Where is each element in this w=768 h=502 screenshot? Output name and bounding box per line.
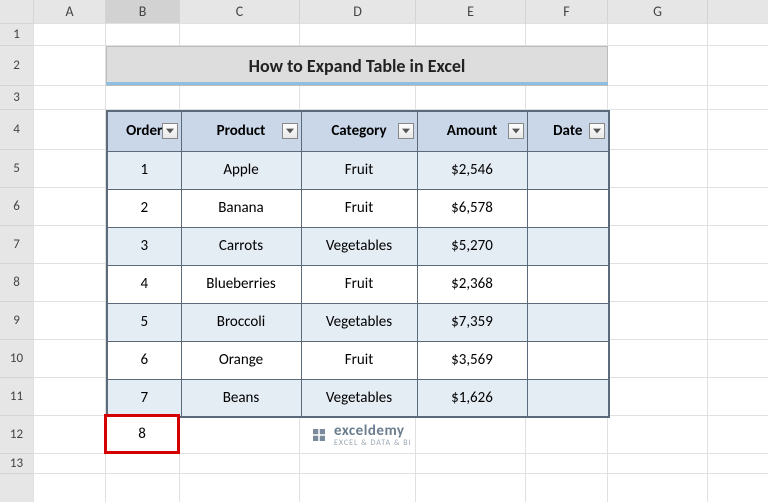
table-header-label: Order (126, 122, 162, 140)
table-row[interactable]: 2BananaFruit$6,578 (107, 189, 609, 227)
cell-category[interactable]: Fruit (301, 341, 417, 379)
table-row[interactable]: 6OrangeFruit$3,569 (107, 341, 609, 379)
table-header-label: Category (331, 122, 386, 140)
cell-date[interactable] (527, 379, 609, 417)
row-header-1[interactable]: 1 (0, 24, 33, 46)
table-header-label: Amount (447, 122, 498, 140)
exceldemy-logo-icon (310, 426, 328, 444)
cell-grid[interactable]: How to Expand Table in Excel Order Produc… (34, 24, 768, 502)
cell-category[interactable]: Fruit (301, 189, 417, 227)
row-headers: 12345678910111213 (0, 24, 34, 502)
cell-product[interactable]: Beans (181, 379, 301, 417)
col-header-G[interactable]: G (608, 0, 708, 23)
table-header-label: Product (217, 122, 266, 140)
select-all-corner[interactable] (0, 0, 34, 23)
col-header-D[interactable]: D (300, 0, 416, 23)
table-header-label: Date (553, 122, 582, 140)
cell-date[interactable] (527, 341, 609, 379)
cell-amount[interactable]: $3,569 (417, 341, 527, 379)
new-entry-value: 8 (138, 425, 146, 443)
cell-amount[interactable]: $2,368 (417, 265, 527, 303)
cell-order[interactable]: 2 (107, 189, 181, 227)
col-header-E[interactable]: E (416, 0, 526, 23)
col-header-F[interactable]: F (526, 0, 608, 23)
table-row[interactable]: 1AppleFruit$2,546 (107, 151, 609, 189)
filter-dropdown-icon[interactable] (282, 123, 298, 139)
cell-order[interactable]: 3 (107, 227, 181, 265)
cell-order[interactable]: 6 (107, 341, 181, 379)
cell-order[interactable]: 4 (107, 265, 181, 303)
col-header-A[interactable]: A (34, 0, 106, 23)
title-underline (106, 82, 608, 85)
table-row[interactable]: 4BlueberriesFruit$2,368 (107, 265, 609, 303)
cell-date[interactable] (527, 151, 609, 189)
col-header-C[interactable]: C (180, 0, 300, 23)
cell-date[interactable] (527, 265, 609, 303)
cell-amount[interactable]: $6,578 (417, 189, 527, 227)
cell-product[interactable]: Orange (181, 341, 301, 379)
table-header-amount[interactable]: Amount (417, 111, 527, 151)
row-header-13[interactable]: 13 (0, 454, 33, 474)
row-header-7[interactable]: 7 (0, 226, 33, 264)
table-row[interactable]: 7BeansVegetables$1,626 (107, 379, 609, 417)
row-header-11[interactable]: 11 (0, 378, 33, 416)
table-header-date[interactable]: Date (527, 111, 609, 151)
cell-order[interactable]: 7 (107, 379, 181, 417)
cell-date[interactable] (527, 303, 609, 341)
cell-product[interactable]: Blueberries (181, 265, 301, 303)
cell-amount[interactable]: $1,626 (417, 379, 527, 417)
row-header-2[interactable]: 2 (0, 46, 33, 86)
cell-date[interactable] (527, 189, 609, 227)
row-header-9[interactable]: 9 (0, 302, 33, 340)
column-headers: ABCDEFG (0, 0, 768, 24)
cell-category[interactable]: Vegetables (301, 303, 417, 341)
row-header-10[interactable]: 10 (0, 340, 33, 378)
filter-dropdown-icon[interactable] (162, 123, 178, 139)
title-text: How to Expand Table in Excel (249, 55, 466, 77)
table-row[interactable]: 3CarrotsVegetables$5,270 (107, 227, 609, 265)
watermark-sub: EXCEL & DATA & BI (334, 438, 412, 448)
cell-product[interactable]: Banana (181, 189, 301, 227)
cell-order[interactable]: 1 (107, 151, 181, 189)
table-header-row: Order Product Category Amount Date (107, 111, 609, 151)
title-cell: How to Expand Table in Excel (106, 46, 608, 86)
cell-category[interactable]: Vegetables (301, 379, 417, 417)
table-header-category[interactable]: Category (301, 111, 417, 151)
cell-amount[interactable]: $5,270 (417, 227, 527, 265)
row-header-8[interactable]: 8 (0, 264, 33, 302)
filter-dropdown-icon[interactable] (589, 123, 605, 139)
row-header-4[interactable]: 4 (0, 110, 33, 150)
cell-category[interactable]: Vegetables (301, 227, 417, 265)
cell-category[interactable]: Fruit (301, 151, 417, 189)
cell-amount[interactable]: $2,546 (417, 151, 527, 189)
row-header-6[interactable]: 6 (0, 188, 33, 226)
cell-product[interactable]: Carrots (181, 227, 301, 265)
row-header-3[interactable]: 3 (0, 86, 33, 110)
cell-category[interactable]: Fruit (301, 265, 417, 303)
cell-product[interactable]: Broccoli (181, 303, 301, 341)
row-header-12[interactable]: 12 (0, 416, 33, 454)
cell-amount[interactable]: $7,359 (417, 303, 527, 341)
cell-product[interactable]: Apple (181, 151, 301, 189)
cell-date[interactable] (527, 227, 609, 265)
new-entry-cell[interactable]: 8 (104, 414, 180, 454)
filter-dropdown-icon[interactable] (398, 123, 414, 139)
watermark: exceldemy EXCEL & DATA & BI (310, 422, 412, 448)
row-header-5[interactable]: 5 (0, 150, 33, 188)
table-header-order[interactable]: Order (107, 111, 181, 151)
col-header-B[interactable]: B (106, 0, 180, 23)
cell-order[interactable]: 5 (107, 303, 181, 341)
spreadsheet-viewport: ABCDEFG 12345678910111213 How to Expand … (0, 0, 768, 502)
table-header-product[interactable]: Product (181, 111, 301, 151)
filter-dropdown-icon[interactable] (508, 123, 524, 139)
data-table: OrderProductCategoryAmountDate 1AppleFru… (106, 110, 610, 418)
table-row[interactable]: 5BroccoliVegetables$7,359 (107, 303, 609, 341)
